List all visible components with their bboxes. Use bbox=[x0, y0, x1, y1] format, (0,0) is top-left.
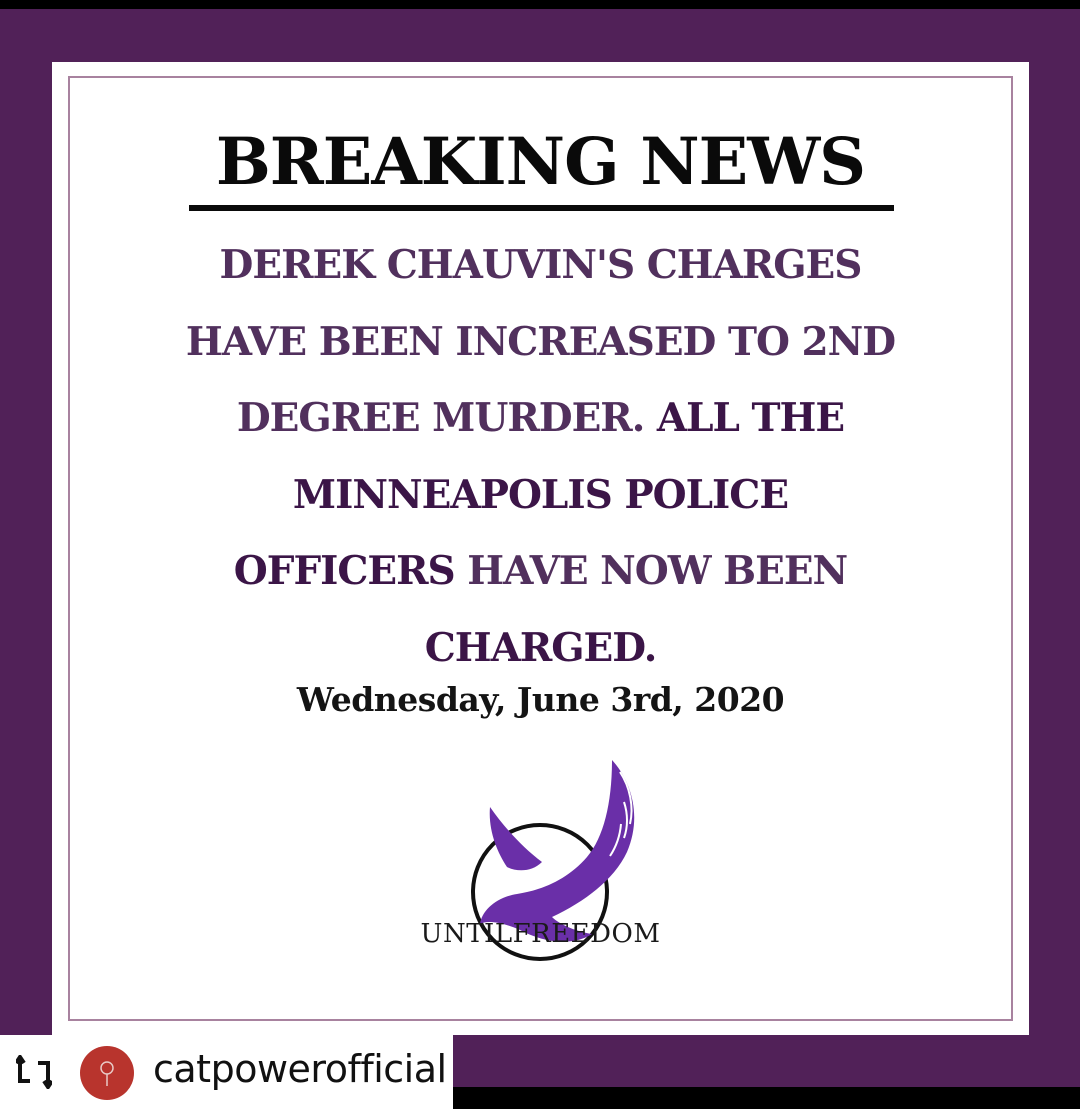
avatar[interactable] bbox=[80, 1046, 134, 1100]
news-line-3: DEGREE MURDER. ALL THE bbox=[52, 380, 1029, 457]
repost-attribution[interactable]: catpowerofficial bbox=[0, 1035, 453, 1109]
headline: BREAKING NEWS bbox=[215, 124, 866, 200]
news-line-3-part-a: DEGREE MURDER. bbox=[236, 395, 657, 441]
news-card: BREAKING NEWS DEREK CHAUVIN'S CHARGES HA… bbox=[52, 62, 1029, 1035]
news-line-3-part-b: ALL THE bbox=[656, 395, 845, 441]
news-line-2: HAVE BEEN INCREASED TO 2ND bbox=[185, 318, 896, 365]
news-line-5-part-a: OFFICERS bbox=[233, 548, 456, 594]
avatar-glyph-icon bbox=[100, 1061, 114, 1086]
repost-icon bbox=[16, 1055, 52, 1089]
news-line-5: OFFICERS HAVE NOW BEEN bbox=[52, 533, 1029, 610]
logo-wordmark: UNTILFREEDOM bbox=[420, 919, 661, 949]
news-line-1: DEREK CHAUVIN'S CHARGES bbox=[219, 242, 863, 288]
news-line-6: CHARGED. bbox=[424, 624, 658, 671]
news-line-4: MINNEAPOLIS POLICE bbox=[292, 471, 789, 518]
headline-underline bbox=[189, 205, 894, 211]
repost-username[interactable]: catpowerofficial bbox=[153, 1047, 447, 1091]
news-body: DEREK CHAUVIN'S CHARGES HAVE BEEN INCREA… bbox=[52, 227, 1029, 686]
news-line-5-part-b: HAVE NOW BEEN bbox=[454, 548, 848, 594]
post-date: Wednesday, June 3rd, 2020 bbox=[296, 680, 785, 719]
post-image: BREAKING NEWS DEREK CHAUVIN'S CHARGES HA… bbox=[0, 0, 1080, 1109]
